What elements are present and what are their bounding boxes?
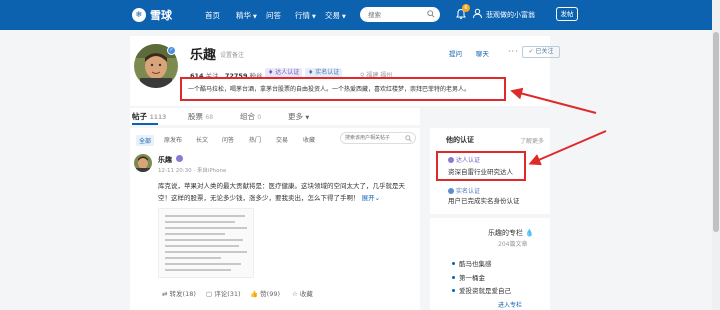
search-icon[interactable] [405, 135, 412, 142]
chevron-down-icon: ▼ [253, 14, 257, 20]
filter-qa[interactable]: 问答 [222, 135, 234, 144]
retweet-icon: ⇄ [162, 290, 168, 298]
filter-hot[interactable]: 热门 [249, 135, 261, 144]
chevron-down-icon: ▼ [342, 14, 346, 20]
filter-favorites[interactable]: 收藏 [303, 135, 315, 144]
column-item[interactable]: 酷马也集感 [452, 258, 492, 268]
post-image[interactable] [158, 208, 254, 278]
chevron-down-icon: ▼ [305, 115, 310, 121]
nav-trade[interactable]: 交易 ▼ [325, 10, 346, 21]
expert-cert-desc: 资深自雷行业研究达人 [448, 168, 513, 176]
feed-search [340, 132, 416, 144]
filter-original[interactable]: 原发布 [164, 135, 182, 144]
follow-button[interactable]: ✓ 已关注 [522, 46, 560, 58]
realname-cert-label: 实名认证 [448, 186, 480, 195]
column-item[interactable]: 爱投资就是爱自己 [452, 285, 511, 295]
certification-title: 他的认证 [446, 136, 474, 144]
feed-search-input[interactable] [341, 133, 405, 143]
filter-long[interactable]: 长文 [196, 135, 208, 144]
expert-badge-icon [176, 155, 183, 162]
filter-all[interactable]: 全部 [136, 135, 155, 146]
chat-link[interactable]: 聊天 [476, 48, 489, 58]
realname-cert-icon [448, 188, 454, 194]
post-avatar[interactable] [134, 154, 152, 172]
post-text-line: 空！这样的股票，无论多少钱，涨多少，要我卖出，怎么下得了手啊！ 展开⌄ [158, 194, 381, 202]
water-drop-icon: 💧 [525, 229, 534, 237]
more-options-icon[interactable]: ··· [508, 47, 519, 56]
chevron-down-icon: ▼ [312, 14, 316, 20]
chevron-down-icon: ⌄ [374, 194, 381, 202]
post-time[interactable]: 12-11 20:30 · 来自iPhone [158, 166, 226, 174]
retweet-button[interactable]: ⇄ 转发(18) [162, 288, 196, 298]
logo-icon: ❄ [132, 8, 146, 22]
comment-button[interactable]: ▢ 评论(31) [206, 288, 241, 298]
column-item[interactable]: 第一桶金 [452, 272, 485, 282]
site-logo[interactable]: ❄ 雪球 [132, 7, 172, 23]
search-input[interactable] [360, 7, 422, 22]
nav-market[interactable]: 行情 ▼ [295, 10, 316, 21]
tab-portfolios[interactable]: 组合 0 [240, 111, 261, 122]
like-button[interactable]: 👍 赞(99) [250, 288, 280, 298]
highlight-box-bio [180, 77, 506, 101]
tab-stocks[interactable]: 股票 68 [188, 111, 213, 122]
tab-more[interactable]: 更多 ▼ [288, 111, 309, 122]
post-text-line: 库克说，苹果对人类的最大贡献将是：医疗健康。这块领域的空间太大了，几乎就是天 [158, 182, 405, 190]
logo-text: 雪球 [150, 9, 172, 22]
notification-badge: 6 [462, 4, 470, 12]
nav-featured[interactable]: 精华 ▼ [236, 10, 257, 21]
post-author[interactable]: 乐趣 [158, 155, 172, 165]
set-remark-link[interactable]: 设置备注 [220, 50, 244, 59]
comment-icon: ▢ [206, 290, 213, 298]
enter-column-link[interactable]: 进入专栏 [498, 300, 522, 309]
site-search [360, 7, 440, 22]
scrollbar-thumb[interactable] [713, 32, 719, 232]
nav-qa[interactable]: 问答 [266, 10, 281, 21]
tab-posts[interactable]: 帖子 1113 [132, 111, 166, 122]
column-title[interactable]: 乐趣的专栏 💧 [488, 228, 534, 238]
expert-cert-icon [448, 157, 454, 163]
username-link[interactable]: 悲观做的小富翁 [486, 10, 535, 20]
profile-name: 乐趣 [190, 48, 217, 63]
search-icon[interactable] [427, 10, 435, 18]
star-icon: ☆ [292, 290, 298, 298]
nav-home[interactable]: 首页 [205, 10, 220, 21]
verified-icon: ✓ [167, 46, 176, 55]
learn-more-link[interactable]: 了解更多 [520, 136, 544, 145]
realname-cert-desc: 用户已完成实名身份认证 [448, 197, 520, 205]
user-icon[interactable] [472, 8, 483, 19]
active-tab-indicator [132, 123, 158, 125]
column-count: 204篇文章 [498, 241, 528, 248]
filter-trade[interactable]: 交易 [276, 135, 288, 144]
favorite-button[interactable]: ☆ 收藏 [292, 288, 313, 298]
thumbs-up-icon: 👍 [250, 290, 259, 298]
expand-link[interactable]: 展开⌄ [362, 194, 380, 202]
ask-link[interactable]: 提问 [449, 48, 462, 58]
expert-cert-label: 达人认证 [448, 155, 480, 164]
post-button[interactable]: 发帖 [556, 7, 578, 21]
profile-tabs [130, 108, 420, 125]
